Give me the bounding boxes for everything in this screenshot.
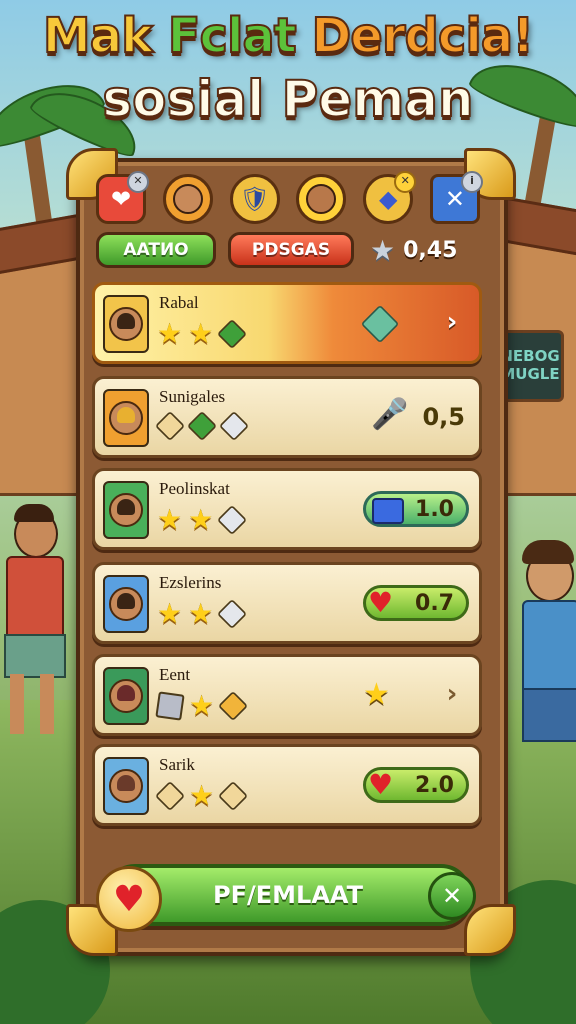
- chevron-right-icon[interactable]: ›: [437, 679, 467, 709]
- leaderboard-panel: [76, 158, 508, 956]
- shield-icon[interactable]: 🛡: [229, 174, 280, 224]
- avatar: [103, 757, 149, 815]
- leaderboard-row[interactable]: Sarik ★ ♥ 2.0: [92, 744, 482, 826]
- player-name: Sarik: [159, 755, 195, 774]
- reward-items: ★ ★: [157, 597, 248, 630]
- info-badge-icon[interactable]: i: [460, 171, 483, 193]
- heart-icon[interactable]: ♥: [96, 866, 162, 932]
- avatar: [103, 389, 149, 447]
- close-badge-icon[interactable]: ✕: [394, 171, 417, 193]
- blue-chest-icon: [372, 498, 404, 524]
- silver-card-icon: [217, 504, 248, 536]
- tan-card-icon: [154, 410, 186, 442]
- player-name: Eent: [159, 665, 191, 684]
- prize-bar: 1.0: [363, 491, 469, 527]
- prize-value: 0.7: [415, 590, 454, 616]
- player-avatar-icon[interactable]: [162, 174, 213, 224]
- star-icon: ★: [157, 503, 183, 536]
- avatar: [103, 295, 149, 353]
- prize-bar: ♥ 0.7: [363, 585, 469, 621]
- tan-card-icon: [154, 780, 186, 812]
- heart-icon: ♥: [368, 768, 394, 801]
- reward-items: ★ ★: [157, 503, 248, 536]
- crowned-avatar-icon[interactable]: [296, 174, 347, 224]
- player-name: Rabal: [159, 293, 199, 312]
- gold-card-icon: [218, 690, 249, 722]
- reward-items: ★ ★: [157, 317, 248, 350]
- top-icon-bar: ❤ ✕ 🛡 ◆ ✕ ✕ i: [96, 170, 483, 228]
- teal-card-icon: [360, 304, 400, 344]
- silver-card-icon: [218, 410, 250, 442]
- star-icon: ★: [188, 597, 214, 630]
- left-character: [0, 504, 76, 740]
- chevron-right-icon[interactable]: ›: [437, 307, 467, 337]
- score-display: ★ 0,45: [370, 232, 457, 268]
- title-line-2: sosial Peman: [101, 69, 474, 129]
- avatar: [103, 575, 149, 633]
- gem-icon[interactable]: ◆ ✕: [363, 171, 417, 224]
- leaderboard-row[interactable]: Rabal ★ ★ ›: [92, 282, 482, 364]
- avatar: [103, 481, 149, 539]
- reward-items: ★: [155, 689, 249, 722]
- microphone-icon: 🎤: [371, 397, 409, 432]
- prize-value: 2.0: [415, 772, 454, 798]
- star-icon: ★: [189, 779, 215, 812]
- silver-star-icon: ★: [370, 233, 396, 267]
- green-card-icon: [186, 410, 218, 442]
- leaderboard-row[interactable]: Peolinskat ★ ★ 1.0: [92, 468, 482, 550]
- prize-value: 0,5: [422, 403, 465, 431]
- green-card-icon: [217, 318, 248, 350]
- star-icon: ★: [157, 597, 183, 630]
- tab-other[interactable]: PDSGAS: [228, 232, 354, 268]
- magic-wand-star-icon: ★: [363, 677, 390, 712]
- reward-items: [154, 410, 250, 442]
- gray-card-icon: [155, 691, 185, 721]
- star-icon: ★: [188, 503, 214, 536]
- heart-card-icon[interactable]: ❤ ✕: [96, 171, 149, 224]
- close-icon[interactable]: ✕: [428, 872, 476, 920]
- reward-items: ★: [154, 779, 249, 812]
- avatar: [103, 667, 149, 725]
- leaderboard-row[interactable]: Eent ★ ★ ›: [92, 654, 482, 736]
- player-name: Ezslerins: [159, 573, 222, 592]
- title-line-1: Mak Fclat Derdcia!: [42, 7, 535, 65]
- close-square-icon[interactable]: ✕ i: [429, 171, 483, 224]
- star-icon: ★: [188, 317, 214, 350]
- star-icon: ★: [157, 317, 183, 350]
- player-name: Sunigales: [159, 387, 226, 406]
- left-building: [0, 250, 82, 496]
- heart-icon: ♥: [368, 586, 394, 619]
- tan-card-icon: [218, 780, 249, 812]
- star-icon: ★: [189, 689, 215, 722]
- player-name: Peolinskat: [159, 479, 230, 498]
- silver-card-icon: [217, 598, 248, 630]
- score-value: 0,45: [403, 237, 458, 263]
- leaderboard-row[interactable]: Ezslerins ★ ★ ♥ 0.7: [92, 562, 482, 644]
- right-character: [504, 540, 576, 820]
- tab-active[interactable]: AATИO: [96, 232, 216, 268]
- close-badge-icon[interactable]: ✕: [127, 171, 149, 193]
- prize-value: 1.0: [415, 496, 454, 522]
- prize-bar: ♥ 2.0: [363, 767, 469, 803]
- leaderboard-row[interactable]: Sunigales 🎤 0,5: [92, 376, 482, 458]
